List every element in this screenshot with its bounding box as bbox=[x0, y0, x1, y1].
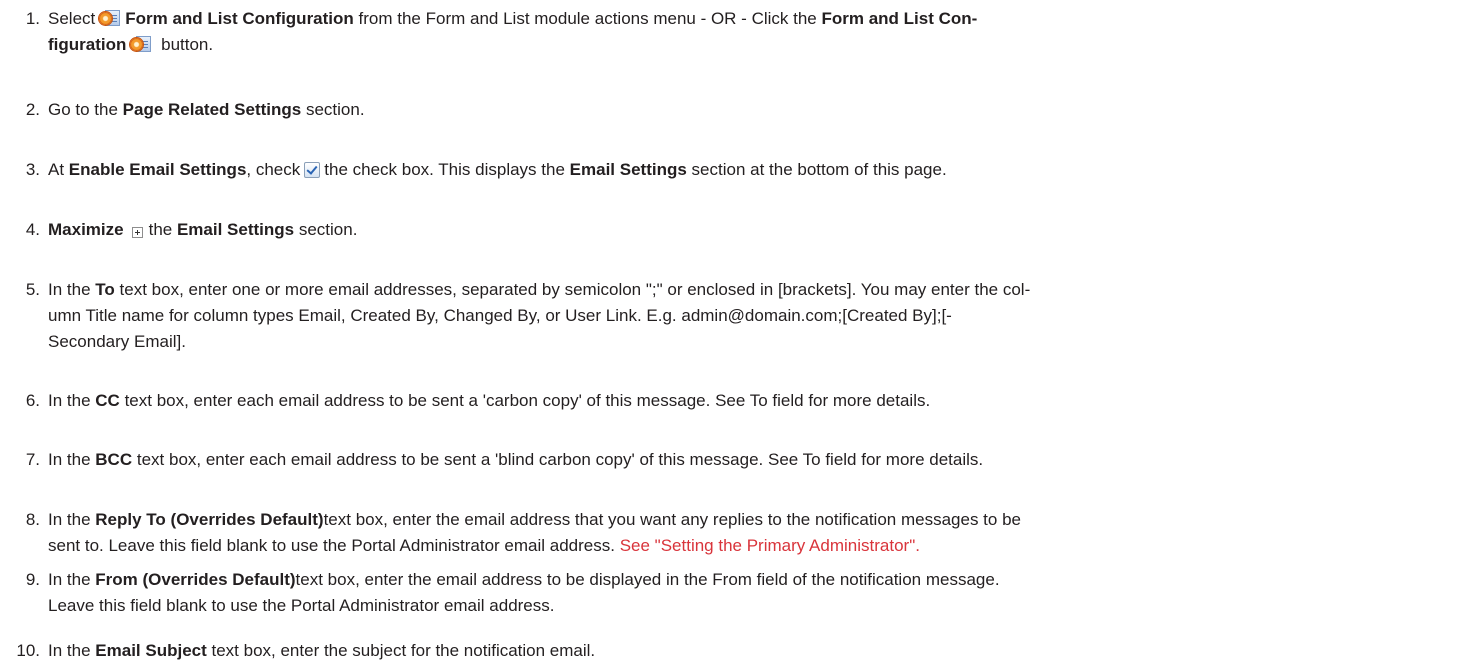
step-number: 4. bbox=[25, 220, 40, 239]
step-text: In the From (Overrides Default)text box,… bbox=[48, 570, 1000, 615]
step-text: Maximize the Email Settings section. bbox=[48, 220, 358, 239]
step-number: 5. bbox=[25, 280, 40, 299]
setting-primary-administrator-link[interactable]: See "Setting the Primary Administrator". bbox=[620, 536, 920, 555]
step-number: 1. bbox=[25, 9, 40, 28]
step-number: 2. bbox=[25, 100, 40, 119]
step-text: In the BCC text box, enter each email ad… bbox=[48, 450, 984, 469]
maximize-plus-icon bbox=[131, 227, 143, 238]
form-and-list-configuration-icon bbox=[99, 9, 121, 27]
step-text: At Enable Email Settings, check the check… bbox=[48, 160, 947, 179]
step-text: In the Email Subject text box, enter the… bbox=[48, 641, 596, 660]
form-and-list-configuration-icon bbox=[130, 35, 152, 53]
step-number: 6. bbox=[25, 391, 40, 410]
step-number: 7. bbox=[25, 450, 40, 469]
step-text: In the Reply To (Overrides Default)text … bbox=[48, 510, 1021, 555]
step-text: In the CC text box, enter each email add… bbox=[48, 391, 931, 410]
step-text: Go to the Page Related Settings section. bbox=[48, 100, 365, 119]
step-text: In the To text box, enter one or more em… bbox=[48, 280, 1031, 351]
instruction-steps: 1. Select Form and List Configuration fro… bbox=[0, 0, 1482, 669]
step-number: 3. bbox=[25, 160, 40, 179]
step-number: 8. bbox=[25, 510, 40, 529]
step-text: Select Form and List Configuration from t… bbox=[48, 9, 978, 54]
checked-checkbox-icon bbox=[304, 162, 321, 178]
step-number: 9. bbox=[25, 570, 40, 589]
step-number: 10. bbox=[16, 641, 40, 660]
